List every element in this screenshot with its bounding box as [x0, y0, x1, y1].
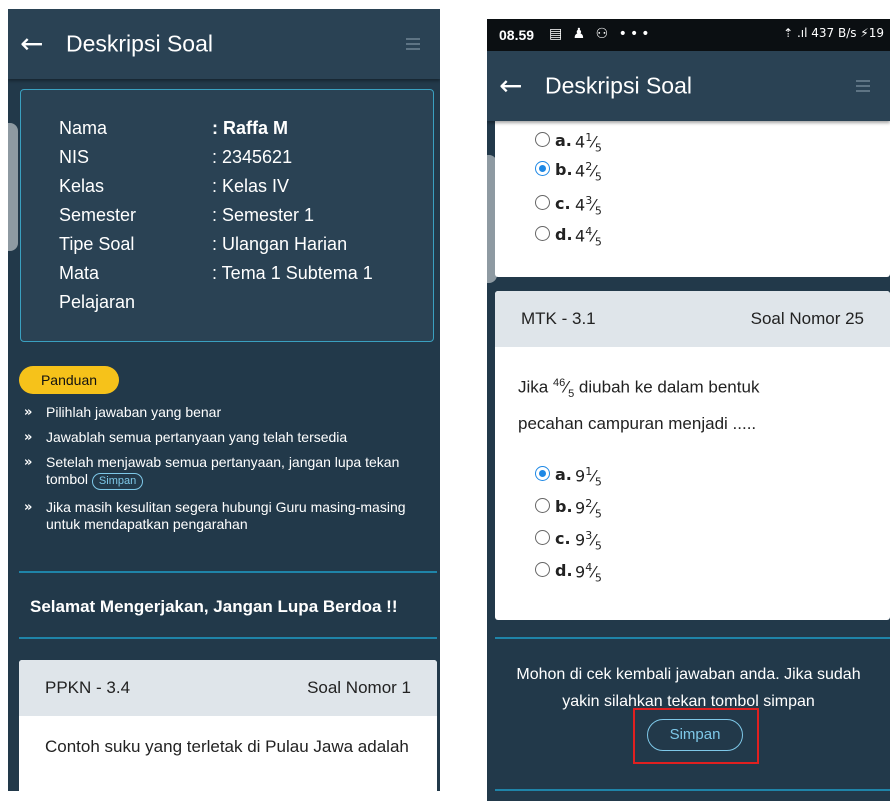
question-card: PPKN - 3.4 Soal Nomor 1 Contoh suku yang… [19, 660, 437, 791]
radio-icon[interactable] [535, 132, 550, 147]
back-arrow-icon[interactable]: ← [499, 72, 522, 100]
info-label: Pelajaran [59, 292, 136, 312]
system-icons: ⇡ .ıl 437 B/s ⚡19 [783, 26, 884, 40]
side-drawer-handle[interactable] [8, 123, 18, 251]
radio-icon[interactable] [535, 530, 550, 545]
info-value: : Raffa M [212, 118, 288, 138]
question-card-header: PPKN - 3.4 Soal Nomor 1 [19, 660, 437, 716]
question-code: PPKN - 3.4 [45, 678, 131, 697]
status-bar: 08.59 ▤ ♟ ⚇ ••• ⇡ .ıl 437 B/s ⚡19 [487, 19, 890, 51]
radio-icon[interactable] [535, 562, 550, 577]
left-screen: ← Deskripsi Soal Nama : Raffa M NIS : 23… [8, 9, 440, 791]
question-number: Soal Nomor 25 [750, 309, 864, 328]
info-label: Tipe Soal [59, 234, 135, 254]
prev-question-card: a. 41⁄5 b. 42⁄5 c. 43⁄5 d. 44⁄5 [495, 109, 890, 277]
double-chevron-icon: » [24, 430, 33, 445]
divider [19, 571, 437, 573]
panduan-badge: Panduan [19, 366, 119, 394]
info-label: Kelas [59, 176, 105, 196]
app-bar: ← Deskripsi Soal [8, 9, 440, 79]
right-screen: 08.59 ▤ ♟ ⚇ ••• ⇡ .ıl 437 B/s ⚡19 ← Desk… [487, 19, 890, 801]
divider [495, 637, 890, 639]
student-info-box: Nama : Raffa M NIS : 2345621 Kelas : Kel… [20, 89, 434, 342]
menu-icon[interactable] [856, 80, 870, 92]
info-value: : Semester 1 [212, 205, 315, 225]
info-label: Nama [59, 118, 108, 138]
simpan-pill: Simpan [91, 473, 144, 490]
greeting-text: Selamat Mengerjakan, Jangan Lupa Berdoa … [30, 597, 398, 616]
divider [495, 789, 890, 791]
radio-selected-icon[interactable] [535, 466, 550, 481]
double-chevron-icon: » [24, 455, 33, 470]
notification-icons: ▤ ♟ ⚇ ••• [549, 26, 653, 42]
double-chevron-icon: » [24, 405, 33, 420]
divider [19, 637, 437, 639]
radio-selected-icon[interactable] [535, 161, 550, 176]
question-card-header: MTK - 3.1 Soal Nomor 25 [495, 291, 890, 347]
info-label: Mata [59, 263, 100, 283]
question-code: MTK - 3.1 [521, 309, 596, 328]
info-value: : Kelas IV [212, 176, 290, 196]
menu-icon[interactable] [406, 38, 420, 50]
question-text: Jika 46⁄5 diubah ke dalam bentuk pecahan… [518, 377, 760, 434]
back-arrow-icon[interactable]: ← [20, 30, 43, 58]
question-text: Contoh suku yang terletak di Pulau Jawa … [45, 737, 409, 756]
info-value: : 2345621 [212, 147, 293, 167]
simpan-button[interactable]: Simpan [647, 719, 743, 751]
question-card: MTK - 3.1 Soal Nomor 25 Jika 46⁄5 diubah… [495, 291, 890, 620]
radio-icon[interactable] [535, 498, 550, 513]
radio-icon[interactable] [535, 195, 550, 210]
app-bar: ← Deskripsi Soal [487, 51, 890, 121]
radio-icon[interactable] [535, 226, 550, 241]
info-value: : Ulangan Harian [212, 234, 348, 254]
page-title: Deskripsi Soal [545, 72, 692, 99]
confirm-note: Mohon di cek kembali jawaban anda. Jika … [516, 666, 861, 710]
double-chevron-icon: » [24, 500, 33, 515]
status-time: 08.59 [499, 27, 535, 43]
info-label: Semester [59, 205, 137, 225]
page-title: Deskripsi Soal [66, 30, 213, 57]
question-number: Soal Nomor 1 [307, 678, 411, 697]
info-value: : Tema 1 Subtema 1 [212, 263, 373, 283]
info-label: NIS [59, 147, 90, 167]
